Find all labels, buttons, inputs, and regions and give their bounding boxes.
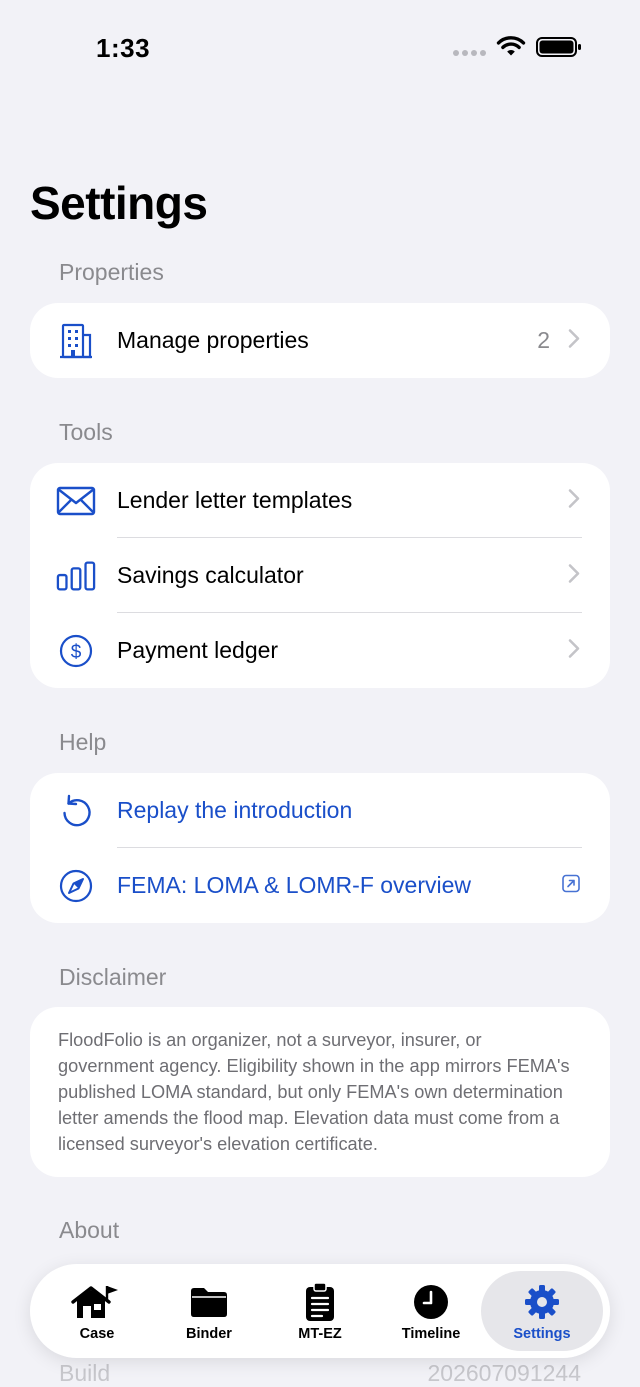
replay-introduction-row[interactable]: Replay the introduction bbox=[30, 773, 610, 848]
payment-ledger-label: Payment ledger bbox=[117, 637, 279, 663]
property-count-badge: 2 bbox=[537, 327, 550, 353]
section-header-about: About bbox=[59, 1217, 120, 1243]
envelope-icon bbox=[56, 481, 96, 521]
payment-ledger-row[interactable]: $ Payment ledger bbox=[30, 613, 610, 688]
compass-icon bbox=[56, 866, 96, 906]
disclaimer-card: FloodFolio is an organizer, not a survey… bbox=[30, 1007, 610, 1177]
section-header-help: Help bbox=[59, 729, 107, 755]
section-header-disclaimer: Disclaimer bbox=[59, 964, 167, 990]
status-time: 1:33 bbox=[96, 33, 151, 63]
savings-calculator-row[interactable]: Savings calculator bbox=[30, 538, 610, 613]
replay-icon bbox=[56, 791, 96, 831]
house-flag-icon bbox=[71, 1282, 123, 1322]
tab-settings[interactable]: Settings bbox=[481, 1271, 603, 1351]
replay-introduction-link: Replay the introduction bbox=[117, 797, 353, 823]
folder-icon bbox=[189, 1282, 229, 1322]
tab-binder-label: Binder bbox=[186, 1326, 232, 1342]
cellular-signal-icon bbox=[453, 50, 487, 56]
chevron-right-icon bbox=[568, 638, 580, 663]
disclaimer-text: FloodFolio is an organizer, not a survey… bbox=[58, 1030, 570, 1154]
tab-timeline-label: Timeline bbox=[401, 1326, 461, 1342]
fema-overview-link: FEMA: LOMA & LOMR-F overview bbox=[117, 872, 472, 898]
chevron-right-icon bbox=[568, 563, 580, 588]
tab-case-label: Case bbox=[79, 1326, 115, 1342]
svg-text:$: $ bbox=[71, 642, 82, 663]
build-value: 202607091244 bbox=[427, 1360, 582, 1386]
help-card: Replay the introduction FEMA: LOMA & LOM… bbox=[30, 773, 610, 923]
build-row: Build 202607091244 bbox=[59, 1360, 581, 1387]
tab-mt-ez[interactable]: MT-EZ bbox=[265, 1264, 375, 1358]
clipboard-icon bbox=[304, 1282, 336, 1322]
chevron-right-icon bbox=[568, 488, 580, 513]
properties-card: Manage properties 2 bbox=[30, 303, 610, 378]
manage-properties-row[interactable]: Manage properties 2 bbox=[30, 303, 610, 378]
external-link-icon bbox=[562, 874, 580, 897]
tab-bar: Case Binder MT-EZ Timeline Settings bbox=[30, 1264, 610, 1358]
chevron-right-icon bbox=[568, 328, 580, 353]
page-title: Settings bbox=[30, 177, 208, 229]
battery-icon bbox=[536, 37, 582, 62]
gear-icon bbox=[524, 1282, 560, 1322]
tab-timeline[interactable]: Timeline bbox=[376, 1264, 486, 1358]
lender-letter-templates-row[interactable]: Lender letter templates bbox=[30, 463, 610, 538]
tools-card: Lender letter templates Savings calculat… bbox=[30, 463, 610, 688]
building-icon bbox=[56, 321, 96, 361]
clock-icon bbox=[413, 1282, 449, 1322]
fema-overview-row[interactable]: FEMA: LOMA & LOMR-F overview bbox=[30, 848, 610, 923]
lender-letter-templates-label: Lender letter templates bbox=[117, 487, 353, 513]
tab-mt-ez-label: MT-EZ bbox=[298, 1326, 342, 1342]
build-label: Build bbox=[59, 1360, 111, 1386]
chart-bars-icon bbox=[56, 556, 96, 596]
savings-calculator-label: Savings calculator bbox=[117, 562, 304, 588]
dollar-circle-icon: $ bbox=[56, 631, 96, 671]
status-bar: 1:33 bbox=[0, 0, 640, 95]
tab-case[interactable]: Case bbox=[42, 1264, 152, 1358]
section-header-properties: Properties bbox=[59, 259, 164, 285]
wifi-icon bbox=[496, 34, 526, 63]
manage-properties-label: Manage properties bbox=[117, 327, 309, 353]
tab-settings-label: Settings bbox=[513, 1326, 571, 1342]
tab-binder[interactable]: Binder bbox=[154, 1264, 264, 1358]
section-header-tools: Tools bbox=[59, 419, 113, 445]
